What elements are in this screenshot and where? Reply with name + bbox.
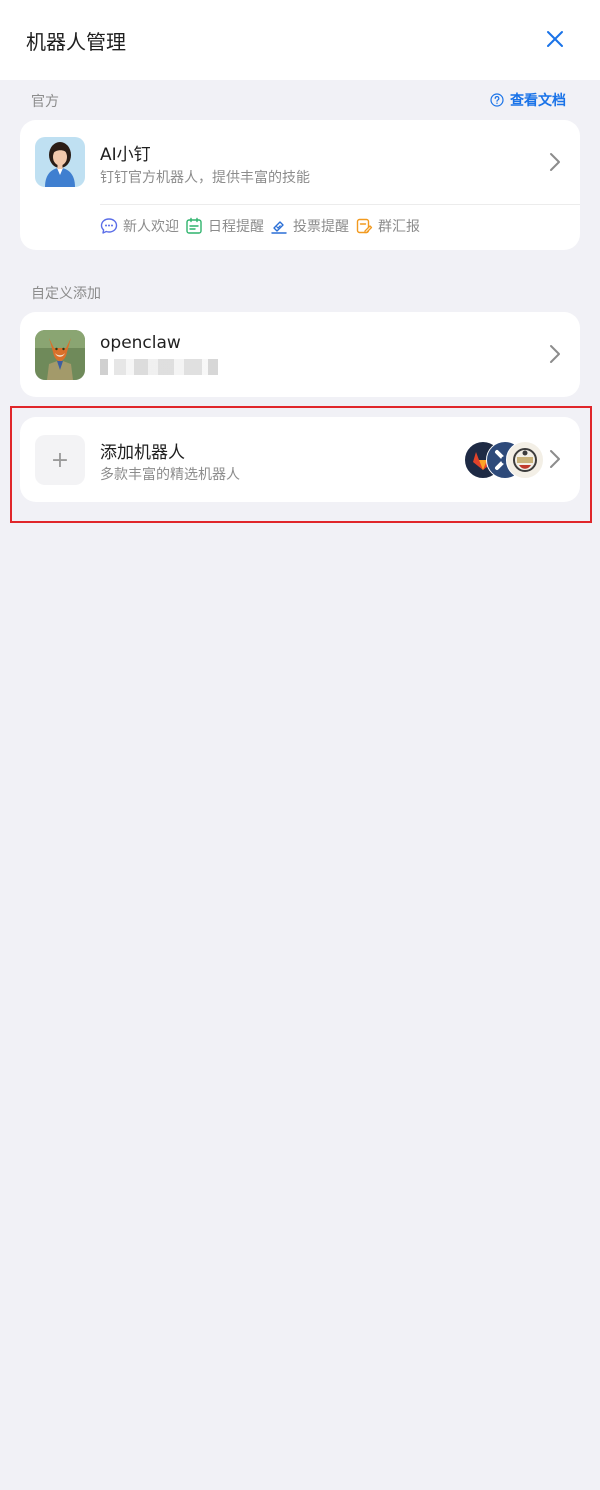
highlight-box	[10, 406, 592, 523]
official-bot-name: AI小钉	[100, 145, 151, 165]
skill-label: 投票提醒	[293, 219, 349, 235]
header: 机器人管理	[0, 0, 600, 80]
calendar-icon	[186, 217, 202, 234]
skill-label: 日程提醒	[208, 219, 264, 235]
official-bot-description: 钉钉官方机器人，提供丰富的技能	[100, 170, 310, 186]
custom-bot-name: openclaw	[100, 333, 181, 353]
divider	[100, 204, 580, 205]
skill-list: 新人欢迎 日程提醒 投票提醒 群汇报	[100, 214, 426, 238]
skill-group-report[interactable]: 群汇报	[355, 216, 420, 236]
section-label-official: 官方	[31, 94, 59, 110]
chevron-right-icon	[550, 345, 560, 363]
help-circle-icon	[490, 93, 504, 107]
close-icon	[547, 31, 563, 47]
custom-bot-description-blurred	[100, 359, 218, 375]
chevron-right-icon	[550, 153, 560, 171]
page-title: 机器人管理	[26, 30, 126, 54]
view-docs-label: 查看文档	[510, 93, 566, 109]
skill-vote-reminder[interactable]: 投票提醒	[270, 216, 349, 236]
official-bot-card[interactable]: AI小钉 钉钉官方机器人，提供丰富的技能 新人欢迎 日程提醒 投票提醒 群汇报	[20, 120, 580, 250]
chat-bubble-icon	[100, 218, 118, 234]
ai-xiaoding-avatar	[35, 137, 85, 187]
view-docs-link[interactable]: 查看文档	[490, 90, 566, 110]
section-label-custom: 自定义添加	[31, 286, 101, 302]
skill-label: 群汇报	[378, 219, 420, 235]
openclaw-avatar	[35, 330, 85, 380]
skill-schedule-reminder[interactable]: 日程提醒	[185, 216, 264, 236]
skill-label: 新人欢迎	[123, 219, 179, 235]
vote-icon	[271, 221, 287, 234]
report-icon	[356, 218, 373, 234]
custom-bot-card[interactable]: openclaw	[20, 312, 580, 397]
close-button[interactable]	[540, 24, 570, 54]
skill-welcome[interactable]: 新人欢迎	[100, 216, 179, 236]
